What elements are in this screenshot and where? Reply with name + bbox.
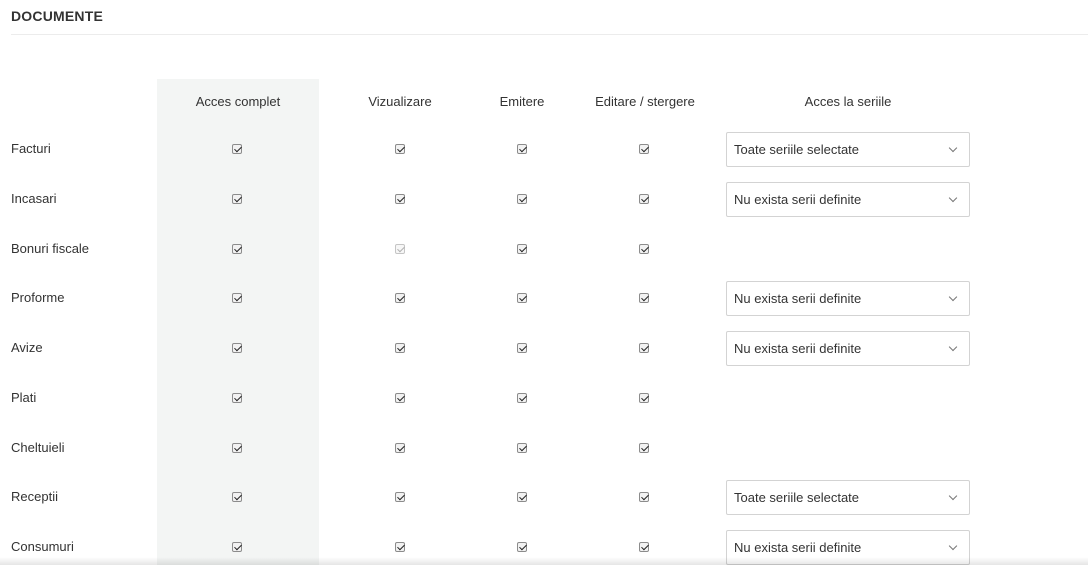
- checkbox-edit-delete[interactable]: [639, 144, 649, 154]
- series-select-value: Nu exista serii definite: [734, 291, 862, 306]
- checkbox-edit-delete[interactable]: [639, 393, 649, 403]
- row-label: Consumuri: [11, 539, 74, 554]
- series-select[interactable]: Nu exista serii definite: [726, 281, 970, 316]
- column-header-edit-delete: Editare / stergere: [595, 94, 695, 109]
- checkbox-view: [395, 244, 405, 254]
- checkbox-issue[interactable]: [517, 443, 527, 453]
- checkbox-issue[interactable]: [517, 343, 527, 353]
- checkbox-edit-delete[interactable]: [639, 293, 649, 303]
- row-label: Incasari: [11, 191, 57, 206]
- chevron-down-icon: [948, 292, 958, 302]
- checkbox-full-access[interactable]: [232, 244, 242, 254]
- checkbox-full-access[interactable]: [232, 443, 242, 453]
- column-header-full-access: Acces complet: [195, 94, 281, 109]
- checkbox-view[interactable]: [395, 542, 405, 552]
- row-label: Facturi: [11, 141, 51, 156]
- checkbox-view[interactable]: [395, 144, 405, 154]
- row-label: Cheltuieli: [11, 440, 65, 455]
- checkbox-view[interactable]: [395, 393, 405, 403]
- series-select-value: Nu exista serii definite: [734, 192, 862, 207]
- chevron-down-icon: [948, 342, 958, 352]
- series-select[interactable]: Toate seriile selectate: [726, 480, 970, 515]
- checkbox-view[interactable]: [395, 443, 405, 453]
- column-header-series-access: Acces la seriile: [804, 94, 892, 109]
- table-row: Avize Nu exista serii definite: [0, 324, 1088, 373]
- checkbox-full-access[interactable]: [232, 343, 242, 353]
- checkbox-edit-delete[interactable]: [639, 343, 649, 353]
- section-title: DOCUMENTE: [11, 8, 104, 24]
- row-label: Plati: [11, 390, 37, 405]
- column-header-view: Vizualizare: [368, 94, 432, 109]
- checkbox-view[interactable]: [395, 492, 405, 502]
- checkbox-edit-delete[interactable]: [639, 244, 649, 254]
- checkbox-full-access[interactable]: [232, 492, 242, 502]
- chevron-down-icon: [948, 143, 958, 153]
- checkbox-view[interactable]: [395, 194, 405, 204]
- table-row: Facturi Toate seriile selectate: [0, 125, 1088, 174]
- checkbox-full-access[interactable]: [232, 542, 242, 552]
- series-select-value: Nu exista serii definite: [734, 540, 862, 555]
- checkbox-edit-delete[interactable]: [639, 194, 649, 204]
- permissions-panel: DOCUMENTE Acces complet Vizualizare Emit…: [0, 0, 1088, 565]
- section-divider: [11, 34, 1088, 35]
- chevron-down-icon: [948, 193, 958, 203]
- series-select[interactable]: Nu exista serii definite: [726, 182, 970, 217]
- series-select-value: Toate seriile selectate: [734, 490, 860, 505]
- checkbox-full-access[interactable]: [232, 144, 242, 154]
- chevron-down-icon: [948, 491, 958, 501]
- checkbox-edit-delete[interactable]: [639, 542, 649, 552]
- row-label: Proforme: [11, 290, 65, 305]
- column-header-issue: Emitere: [499, 94, 545, 109]
- table-row: Incasari Nu exista serii definite: [0, 175, 1088, 224]
- checkbox-edit-delete[interactable]: [639, 443, 649, 453]
- checkbox-issue[interactable]: [517, 542, 527, 552]
- series-select[interactable]: Toate seriile selectate: [726, 132, 970, 167]
- series-select-value: Toate seriile selectate: [734, 142, 860, 157]
- checkbox-view[interactable]: [395, 293, 405, 303]
- row-label: Bonuri fiscale: [11, 241, 90, 256]
- table-row: Bonuri fiscale: [0, 225, 1088, 274]
- checkbox-full-access[interactable]: [232, 293, 242, 303]
- chevron-down-icon: [948, 541, 958, 551]
- table-row: Receptii Toate seriile selectate: [0, 473, 1088, 522]
- table-row: Proforme Nu exista serii definite: [0, 274, 1088, 323]
- table-row: Cheltuieli: [0, 424, 1088, 473]
- checkbox-issue[interactable]: [517, 194, 527, 204]
- checkbox-issue[interactable]: [517, 244, 527, 254]
- row-label: Receptii: [11, 489, 58, 504]
- checkbox-issue[interactable]: [517, 293, 527, 303]
- checkbox-issue[interactable]: [517, 144, 527, 154]
- series-select-value: Nu exista serii definite: [734, 341, 862, 356]
- table-row: Plati: [0, 374, 1088, 423]
- checkbox-view[interactable]: [395, 343, 405, 353]
- series-select[interactable]: Nu exista serii definite: [726, 331, 970, 366]
- scroll-shadow: [0, 557, 1088, 565]
- checkbox-full-access[interactable]: [232, 194, 242, 204]
- checkbox-edit-delete[interactable]: [639, 492, 649, 502]
- checkbox-full-access[interactable]: [232, 393, 242, 403]
- checkbox-issue[interactable]: [517, 393, 527, 403]
- row-label: Avize: [11, 340, 43, 355]
- checkbox-issue[interactable]: [517, 492, 527, 502]
